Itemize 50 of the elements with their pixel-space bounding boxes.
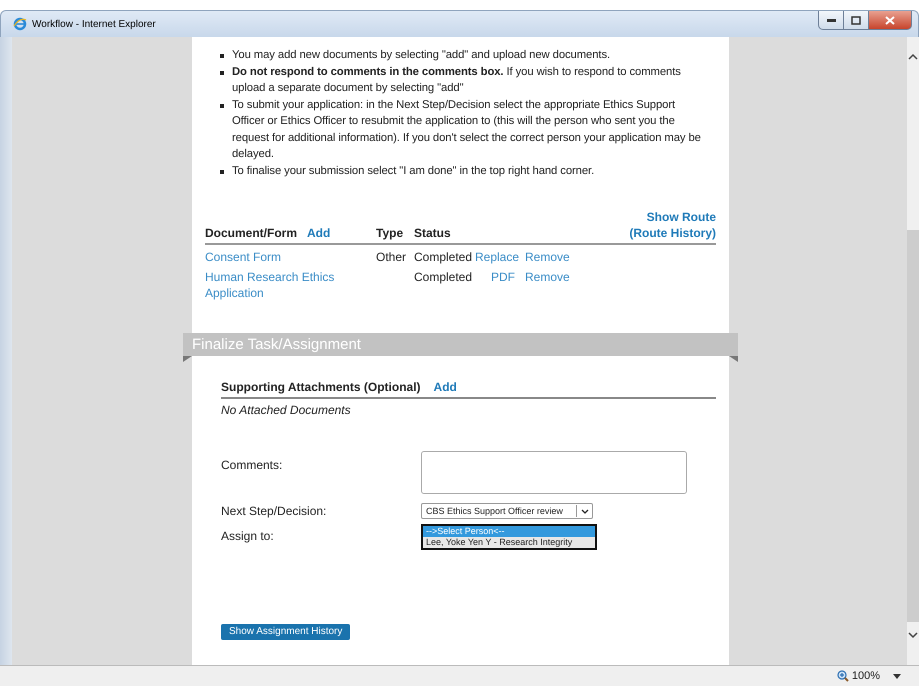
instruction-text: Do not respond to comments in the comments box. If you wish to respond to comments upload a separate document by selecting "add" xyxy=(232,64,682,96)
route-history-link[interactable]: (Route History) xyxy=(629,225,716,241)
instruction-text: You may add new documents by selecting "add" and upload new documents. xyxy=(232,48,610,63)
remove-link[interactable]: Remove xyxy=(525,250,570,264)
scrollbar[interactable] xyxy=(907,37,919,665)
field-label: Comments: xyxy=(221,457,284,474)
history-button[interactable]: Show Assignment History xyxy=(221,624,350,640)
list-option[interactable]: Lee, Yoke Yen Y - Research Integrity xyxy=(423,537,595,548)
caret-icon[interactable] xyxy=(893,674,901,678)
document-link[interactable]: Human Research Ethics Application xyxy=(205,269,376,301)
section-title: Finalize Task/Assignment xyxy=(191,336,361,353)
column-header: Document/Form xyxy=(205,225,298,241)
instruction-text: To submit your application: in the Next Step/Decision select the appropriate Ethics Support Officer or Ethics Officer to resubmit the application to (this will the person who sent you the request for additional information). If you don't select the correct person your application may be delayed. xyxy=(232,98,702,162)
action-link[interactable]: Replace xyxy=(475,250,520,264)
document-link[interactable]: Consent Form xyxy=(205,249,376,265)
minimize-button[interactable] xyxy=(818,11,844,30)
field-label: Next Step/Decision: xyxy=(221,503,328,519)
close-button[interactable] xyxy=(868,11,912,30)
action-link[interactable]: PDF xyxy=(491,270,515,284)
add-link[interactable]: Add xyxy=(307,225,330,241)
remove-link[interactable]: Remove xyxy=(525,270,570,284)
chevron-up-icon xyxy=(908,53,918,60)
close-icon xyxy=(885,16,895,24)
maximize-icon xyxy=(851,16,861,24)
field-label: Assign to: xyxy=(221,528,275,545)
column-header: Type xyxy=(376,225,404,241)
bullet-icon xyxy=(220,170,224,174)
bullet-icon xyxy=(220,70,224,74)
window-title: Workflow - Internet Explorer xyxy=(32,18,157,30)
minimize-icon xyxy=(826,18,836,22)
status-cell-text: Completed xyxy=(414,269,474,285)
zoom-level[interactable]: 100% xyxy=(852,670,880,682)
next-step-dropdown[interactable]: CBS Ethics Support Officer review xyxy=(421,503,593,519)
empty-message: No Attached Documents xyxy=(221,402,352,418)
bullet-icon xyxy=(220,104,224,108)
zoom-icon[interactable] xyxy=(836,670,849,682)
chevron-down-icon xyxy=(580,508,588,514)
chevron-down-icon xyxy=(908,632,918,639)
column-header: Status xyxy=(414,225,452,241)
add-link[interactable]: Add xyxy=(434,379,457,395)
bullet-icon xyxy=(220,54,224,58)
type-cell-text: Other xyxy=(376,249,408,265)
instruction-text: To finalise your submission select "I am done" in the top right hand corner. xyxy=(232,164,594,178)
comments-field[interactable] xyxy=(421,451,687,494)
status-cell-text: Completed xyxy=(414,249,474,265)
list-option[interactable]: -->Select Person<-- xyxy=(423,526,595,537)
maximize-button[interactable] xyxy=(843,11,869,30)
attachments-heading: Supporting Attachments (Optional) xyxy=(221,379,421,395)
show-route-link[interactable]: Show Route xyxy=(646,209,716,225)
browser-logo-icon xyxy=(13,17,27,31)
